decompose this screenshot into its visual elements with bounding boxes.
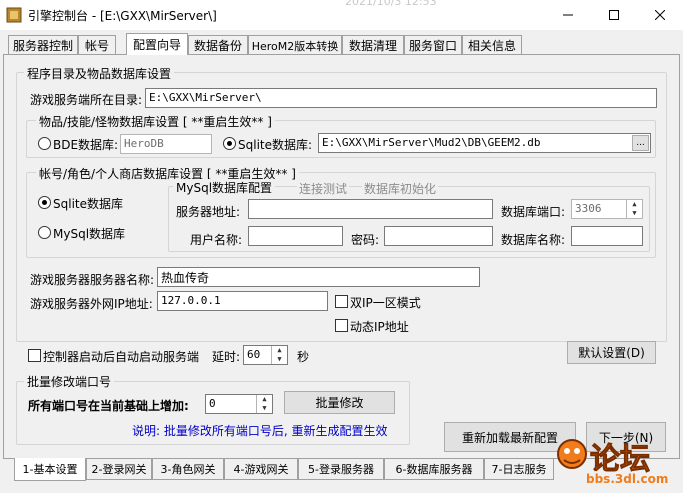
mysql-account-db-radio[interactable] [38,226,51,239]
mysql-password-label: 密码: [351,233,380,247]
bottom-tab-log-service[interactable]: 7-日志服务 [484,459,554,480]
tab-herom2-convert[interactable]: HeroM2版本转换 [248,35,342,55]
mysql-config-legend: MySql数据库配置 [173,179,276,196]
connection-test-link[interactable]: 连接测试 [297,180,350,197]
bottom-tab-login-server[interactable]: 5-登录服务器 [298,459,384,480]
dual-ip-checkbox[interactable] [335,295,348,308]
spin-down-icon[interactable]: ▼ [257,404,272,413]
bottom-tab-db-server[interactable]: 6-数据库服务器 [384,459,484,480]
delay-unit: 秒 [297,350,310,364]
maximize-button[interactable] [591,0,637,30]
spin-up-icon[interactable]: ▲ [627,200,642,209]
delay-input[interactable]: 60 ▲ ▼ [243,345,288,365]
port-increase-label: 所有端口号在当前基础上增加: [28,399,189,413]
spin-up-icon[interactable]: ▲ [272,346,287,355]
server-ip-input[interactable]: 127.0.0.1 [157,291,328,311]
mysql-user-label: 用户名称: [190,233,243,247]
delay-spinner[interactable]: ▲ ▼ [271,346,287,364]
item-db-legend: 物品/技能/怪物数据库设置 [ **重启生效** ] [36,113,275,130]
tab-server-control[interactable]: 服务器控制 [8,35,78,55]
tab-config-wizard[interactable]: 配置向导 [126,33,188,55]
batch-modify-button[interactable]: 批量修改 [284,391,395,414]
port-batch-legend: 批量修改端口号 [24,373,115,390]
auto-start-checkbox[interactable] [28,349,41,362]
watermark-logo: 论坛 bbs.3dl.com [550,428,680,490]
mysql-dbname-input[interactable] [571,226,643,246]
close-icon [655,10,665,20]
tab-account[interactable]: 帐号 [78,35,116,55]
delay-value: 60 [247,348,261,361]
spin-down-icon[interactable]: ▼ [627,209,642,218]
spin-up-icon[interactable]: ▲ [257,395,272,404]
server-name-label: 游戏服务器服务器名称: [30,273,155,287]
port-batch-note: 说明: 批量修改所有端口号后, 重新生成配置生效 [132,424,388,438]
window-title: 引擎控制台 - [E:\GXX\MirServer\] [28,9,217,23]
sqlite-item-db-label: Sqlite数据库: [238,138,313,152]
server-dir-input[interactable]: E:\GXX\MirServer\ [145,88,657,108]
tab-about[interactable]: 相关信息 [462,35,522,55]
port-increase-spinner[interactable]: ▲ ▼ [256,395,272,413]
title-timestamp: 2021/10/3 12:53 [345,0,437,8]
port-increase-input[interactable]: 0 ▲ ▼ [205,394,273,414]
default-settings-button[interactable]: 默认设置(D) [567,341,656,364]
tab-data-clean[interactable]: 数据清理 [342,35,404,55]
bde-db-label: BDE数据库: [53,138,119,152]
mysql-account-db-label: MySql数据库 [53,227,126,241]
minimize-button[interactable] [545,0,591,30]
mysql-port-spinner[interactable]: ▲ ▼ [626,200,642,218]
mysql-password-input[interactable] [384,226,493,246]
app-icon [6,7,22,23]
bottom-tab-game-gate[interactable]: 4-游戏网关 [224,459,298,480]
tab-service-window[interactable]: 服务窗口 [404,35,462,55]
auto-start-label: 控制器启动后自动启动服务端 [43,350,200,364]
mysql-dbname-label: 数据库名称: [501,233,566,247]
bde-db-input[interactable]: HeroDB [120,134,212,154]
sqlite-account-db-label: Sqlite数据库 [53,197,123,211]
sqlite-item-db-path[interactable]: E:\GXX\MirServer\Mud2\DB\GEEM2.db [318,133,651,153]
bde-db-radio[interactable] [38,137,51,150]
sqlite-item-db-radio[interactable] [223,137,236,150]
sqlite-account-db-radio[interactable] [38,196,51,209]
browse-db-button[interactable]: ... [632,135,649,151]
port-increase-value: 0 [209,397,216,410]
watermark-url: bbs.3dl.com [586,472,669,486]
mysql-host-label: 服务器地址: [176,205,241,219]
mysql-host-input[interactable] [248,199,493,219]
dynamic-ip-label: 动态IP地址 [350,320,409,334]
dynamic-ip-checkbox[interactable] [335,319,348,332]
delay-label: 延时: [212,350,241,364]
mysql-user-input[interactable] [248,226,343,246]
server-dir-label: 游戏服务端所在目录: [30,93,143,107]
dual-ip-label: 双IP一区模式 [350,296,421,310]
db-init-link[interactable]: 数据库初始化 [362,180,439,197]
tab-data-backup[interactable]: 数据备份 [188,35,248,55]
bottom-tab-login-gate[interactable]: 2-登录网关 [86,459,152,480]
mysql-port-input[interactable]: 3306 ▲ ▼ [571,199,643,219]
bottom-tab-role-gate[interactable]: 3-角色网关 [152,459,224,480]
mysql-port-label: 数据库端口: [501,205,566,219]
server-ip-label: 游戏服务器外网IP地址: [30,297,153,311]
close-button[interactable] [637,0,683,30]
program-settings-legend: 程序目录及物品数据库设置 [24,65,175,82]
spin-down-icon[interactable]: ▼ [272,355,287,364]
mysql-port-value: 3306 [575,202,602,215]
server-name-input[interactable]: 热血传奇 [157,267,480,287]
bottom-tab-basic[interactable]: 1-基本设置 [14,458,86,481]
